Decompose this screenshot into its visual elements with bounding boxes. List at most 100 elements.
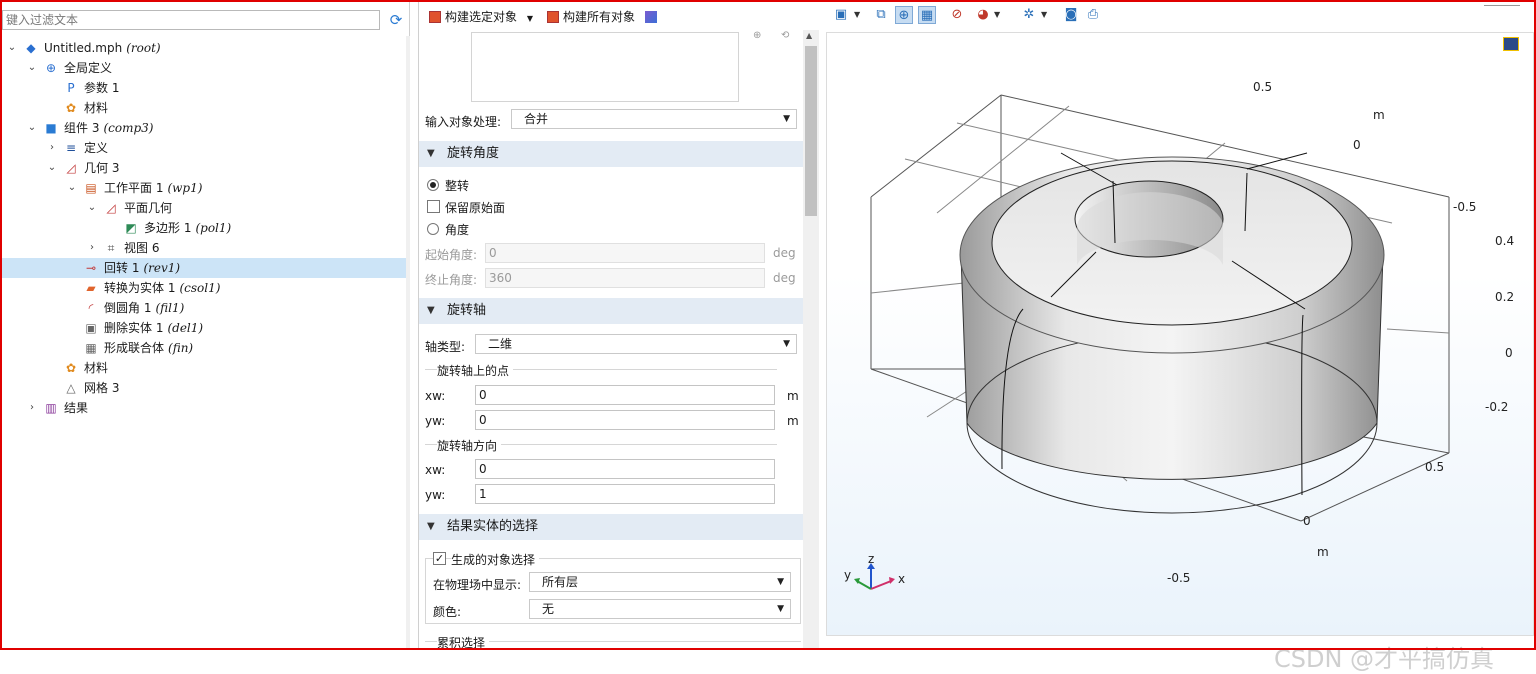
print-icon[interactable]: ⎙ (1084, 6, 1102, 24)
grid-toggle-icon[interactable]: ▦ (918, 6, 936, 24)
tree-node[interactable]: P 参数 1 (0, 78, 406, 98)
chevron-down-icon[interactable]: ⌄ (26, 118, 38, 138)
tree-node[interactable]: ⌄ ■ 组件 3 (comp3) (0, 118, 406, 138)
section-rotation-axis[interactable]: ▼ 旋转轴 (419, 298, 803, 324)
chevron-down-icon[interactable]: ▼ (1041, 6, 1047, 24)
file-icon: ◆ (26, 41, 36, 55)
tree-node-label: 结果 (64, 398, 88, 418)
rotate-view-icon[interactable]: ✲ (1020, 6, 1038, 24)
tree-node[interactable]: ⊸ 回转 1 (rev1) (0, 258, 406, 278)
tree-node[interactable]: ⌄ ⊕ 全局定义 (0, 58, 406, 78)
scrollbar-thumb[interactable] (805, 46, 817, 216)
settings-scrollbar[interactable]: ▲ (803, 30, 819, 650)
dir-xw-field[interactable]: 0 (475, 459, 775, 479)
create-selection-checkbox[interactable]: ✓ (433, 552, 446, 565)
tree-node[interactable]: ▦ 形成联合体 (fin) (0, 338, 406, 358)
clear-selection-icon[interactable]: ⟲ (781, 30, 795, 42)
tree-scrollbar[interactable] (406, 36, 410, 650)
tree-node-label: 材料 (84, 358, 108, 378)
input-handling-select[interactable]: 合并 ▼ (511, 109, 797, 129)
point-yw-field[interactable]: 0 (475, 410, 775, 430)
minimize-icon[interactable] (1484, 0, 1520, 6)
tree-node[interactable]: ✿ 材料 (0, 98, 406, 118)
revolved-solid[interactable] (959, 152, 1385, 513)
axis-unit-label: m (1317, 545, 1329, 559)
chevron-down-icon[interactable]: ⌄ (26, 58, 38, 78)
filter-input[interactable] (2, 10, 380, 30)
tree-node[interactable]: › ▥ 结果 (0, 398, 406, 418)
build-all-button[interactable]: 构建所有对象 (547, 8, 635, 26)
tick-label: -0.5 (1167, 571, 1190, 585)
tree-node[interactable]: ◩ 多边形 1 (pol1) (0, 218, 406, 238)
end-angle-field[interactable]: 360 (485, 268, 765, 288)
angles-radio[interactable] (427, 223, 439, 235)
tree-node[interactable]: ⌄ ◆ Untitled.mph (root) (0, 38, 406, 58)
section-resulting-selection[interactable]: ▼ 结果实体的选择 (419, 514, 803, 540)
tree-node[interactable]: ✿ 材料 (0, 358, 406, 378)
tree-node-text: 平面几何 (124, 201, 173, 215)
pin-icon[interactable]: ⊕ (753, 30, 767, 42)
triad-y-label: y (844, 568, 851, 582)
view-options-icon[interactable]: ▣ (832, 6, 850, 24)
graphics-canvas[interactable]: 0.5 m 0 -0.5 0.4 0.2 0 -0.2 0.5 0 m -0.5 (826, 32, 1534, 673)
revolve-icon: ⊸ (85, 261, 97, 275)
tick-label: 0.2 (1495, 290, 1514, 304)
color-label: 颜色: (433, 605, 462, 619)
tree-node-text: 转换为实体 1 (104, 281, 176, 295)
chevron-down-icon[interactable]: ⌄ (86, 198, 98, 218)
render-icon[interactable]: ◕ (974, 6, 992, 24)
input-objects-list[interactable] (471, 32, 739, 102)
material-icon: ✿ (65, 361, 77, 375)
chevron-right-icon[interactable]: › (26, 398, 38, 418)
keep-faces-checkbox[interactable] (427, 200, 440, 213)
tree-node[interactable]: △ 网格 3 (0, 378, 406, 398)
axis-type-select[interactable]: 二维 ▼ (475, 334, 797, 354)
chevron-down-icon[interactable]: ▼ (994, 6, 1000, 24)
start-angle-label: 起始角度: (425, 248, 478, 262)
point-xw-label: xw: (425, 389, 446, 403)
color-select[interactable]: 无 ▼ (529, 599, 791, 619)
chevron-right-icon[interactable]: › (46, 138, 58, 158)
refresh-icon[interactable]: ⟳ (388, 12, 404, 28)
tree-node-label: 视图 6 (124, 238, 159, 258)
tree-node-tag: (root) (126, 41, 161, 55)
tree-node[interactable]: › ≡ 定义 (0, 138, 406, 158)
point-yw-label: yw: (425, 414, 446, 428)
tree-node[interactable]: ⌄ ◿ 几何 3 (0, 158, 406, 178)
build-selected-label: 构建选定对象 (445, 10, 518, 24)
tree-node[interactable]: ▣ 删除实体 1 (del1) (0, 318, 406, 338)
select-objects-icon[interactable]: ⊕ (895, 6, 913, 24)
chevron-down-icon[interactable]: ⌄ (46, 158, 58, 178)
chevron-down-icon[interactable]: ⌄ (66, 178, 78, 198)
chevron-down-icon[interactable]: ▼ (854, 6, 860, 24)
tree-node-tag: (csol1) (179, 281, 221, 295)
axis-type-value: 二维 (488, 337, 513, 351)
tree-node-label: 工作平面 1 (wp1) (104, 178, 202, 198)
tree-node[interactable]: ◜ 倒圆角 1 (fil1) (0, 298, 406, 318)
scroll-up-icon[interactable]: ▲ (806, 31, 812, 40)
tree-node[interactable]: ⌄ ◿ 平面几何 (0, 198, 406, 218)
section-rotation-angle[interactable]: ▼ 旋转角度 (419, 141, 803, 167)
model-builder-panel: ⟳ ⌄ ◆ Untitled.mph(root) ⌄ ⊕ 全局定义 P 参数 1 ✿ 材料 ⌄ ■ 组件… (0, 0, 410, 650)
globe-icon: ⊕ (45, 61, 57, 75)
show-in-physics-value: 所有层 (542, 575, 579, 589)
tree-node-label: 形成联合体 (fin) (104, 338, 193, 358)
tree-node[interactable]: ▰ 转换为实体 1 (csol1) (0, 278, 406, 298)
point-xw-field[interactable]: 0 (475, 385, 775, 405)
camera-icon[interactable]: ◙ (1062, 6, 1080, 24)
dir-yw-field[interactable]: 1 (475, 484, 775, 504)
chevron-right-icon[interactable]: › (86, 238, 98, 258)
clear-selection-icon[interactable]: ⊘ (948, 6, 966, 24)
chevron-down-icon: ▼ (777, 577, 784, 587)
zoom-box-icon[interactable]: ⧉ (872, 6, 890, 24)
show-in-physics-select[interactable]: 所有层 ▼ (529, 572, 791, 592)
tree-node[interactable]: ⌄ ▤ 工作平面 1 (wp1) (0, 178, 406, 198)
tree-node[interactable]: › ⌗ 视图 6 (0, 238, 406, 258)
tree-node-label: 回转 1 (rev1) (104, 258, 180, 278)
chevron-down-icon[interactable]: ⌄ (6, 38, 18, 58)
start-angle-field[interactable]: 0 (485, 243, 765, 263)
graphics-preview-button[interactable] (645, 8, 661, 26)
build-selected-button[interactable]: 构建选定对象 ▼ (429, 8, 533, 26)
full-revolution-radio[interactable] (427, 179, 439, 191)
tick-label: 0.5 (1425, 460, 1444, 474)
